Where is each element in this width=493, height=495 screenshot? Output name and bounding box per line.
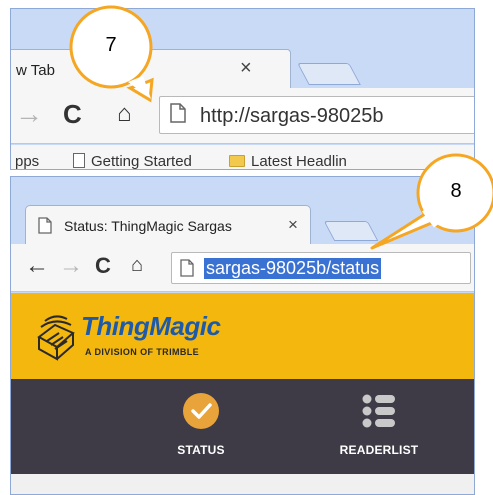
- back-icon[interactable]: ←: [25, 252, 49, 280]
- page-icon: [38, 217, 52, 239]
- list-icon: [361, 393, 397, 429]
- address-bar[interactable]: http://sargas-98025b: [159, 96, 474, 134]
- new-tab-button[interactable]: [297, 63, 361, 85]
- nav-item-readerlist[interactable]: READERLIST: [319, 393, 439, 457]
- bookmark-getting-started[interactable]: Getting Started: [73, 153, 192, 170]
- tab-strip: w Tab ×: [11, 9, 474, 89]
- nav-label: STATUS: [177, 443, 225, 457]
- close-tab-icon[interactable]: ×: [240, 57, 252, 80]
- brand-name: ThingMagic: [81, 311, 221, 341]
- bookmark-apps[interactable]: pps: [15, 153, 39, 169]
- thingmagic-logo-icon: [29, 307, 83, 363]
- home-icon[interactable]: ⌂: [117, 100, 132, 128]
- reload-icon[interactable]: C: [95, 253, 111, 279]
- forward-icon[interactable]: →: [59, 252, 83, 280]
- bookmarks-bar: pps Getting Started Latest Headlin: [11, 145, 474, 170]
- browser-tab[interactable]: Status: ThingMagic Sargas ×: [25, 205, 311, 245]
- address-url-selected[interactable]: sargas-98025b/status: [204, 258, 382, 279]
- nav-label: READERLIST: [339, 443, 419, 457]
- address-url[interactable]: http://sargas-98025b: [200, 105, 383, 128]
- bookmark-label: Getting Started: [91, 153, 192, 170]
- bookmark-latest-headlines[interactable]: Latest Headlin: [229, 153, 347, 170]
- home-icon[interactable]: ⌂: [131, 254, 143, 277]
- bookmark-label: Latest Headlin: [251, 153, 347, 170]
- folder-icon: [229, 155, 245, 167]
- new-tab-button[interactable]: [323, 221, 379, 241]
- reload-icon[interactable]: C: [63, 99, 82, 130]
- checkmark-circle-icon: [183, 393, 219, 429]
- thingmagic-header: ThingMagic A DIVISION OF TRIMBLE: [11, 293, 474, 379]
- browser-tab[interactable]: w Tab ×: [11, 49, 291, 89]
- page-content: [11, 474, 474, 494]
- close-tab-icon[interactable]: ×: [288, 215, 298, 235]
- callout-label-8: 8: [450, 180, 462, 202]
- callout-label-7: 7: [105, 34, 117, 56]
- browser-panel-step8: Status: ThingMagic Sargas × ← → C ⌂ sarg…: [10, 176, 475, 495]
- brand-subtitle: A DIVISION OF TRIMBLE: [85, 347, 200, 357]
- page-icon: [180, 259, 194, 282]
- tab-title: Status: ThingMagic Sargas: [64, 218, 232, 234]
- app-nav-bar: STATUS READERLIST: [11, 379, 474, 474]
- browser-panel-step7: w Tab × → C ⌂ http://sargas-98025b pps G…: [10, 8, 475, 170]
- forward-icon[interactable]: →: [15, 98, 43, 130]
- browser-toolbar: → C ⌂ http://sargas-98025b: [11, 88, 474, 144]
- address-bar[interactable]: sargas-98025b/status: [171, 252, 471, 284]
- screenshot-stage: w Tab × → C ⌂ http://sargas-98025b pps G…: [0, 0, 493, 495]
- page-icon: [73, 153, 85, 168]
- tab-title: w Tab: [16, 62, 55, 79]
- nav-item-status[interactable]: STATUS: [141, 393, 261, 457]
- browser-toolbar: ← → C ⌂ sargas-98025b/status: [11, 244, 474, 292]
- page-icon: [170, 103, 186, 129]
